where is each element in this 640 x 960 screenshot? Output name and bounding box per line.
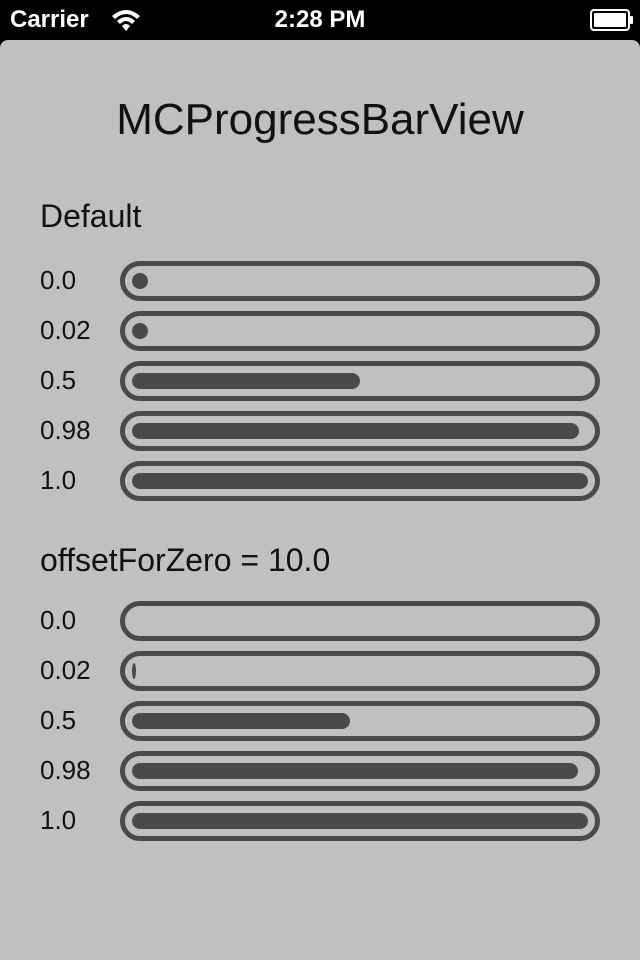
progress-bar <box>120 601 600 641</box>
progress-label: 0.0 <box>40 265 77 295</box>
progress-row: 0.02 <box>0 310 640 351</box>
progress-bar <box>120 651 600 691</box>
progress-label: 1.0 <box>40 465 77 495</box>
progress-fill <box>132 813 588 829</box>
progress-bar <box>120 751 600 791</box>
progress-row: 1.0 <box>0 460 640 501</box>
progress-bar <box>120 801 600 841</box>
progress-label: 0.5 <box>40 705 77 735</box>
progress-bar <box>120 701 600 741</box>
section-title-offset: offsetForZero = 10.0 <box>40 542 331 578</box>
progress-fill <box>132 423 579 439</box>
page-title: MCProgressBarView <box>116 95 524 144</box>
progress-fill <box>132 763 579 779</box>
section-title-default: Default <box>40 198 142 234</box>
progress-row: 1.0 <box>0 800 640 841</box>
progress-label: 1.0 <box>40 805 77 835</box>
main-view: MCProgressBarView Default 0.0 0.02 0.5 0… <box>0 40 640 960</box>
progress-label: 0.02 <box>40 655 91 685</box>
progress-fill <box>132 713 350 729</box>
progress-label: 0.98 <box>40 415 91 445</box>
progress-label: 0.02 <box>40 315 91 345</box>
progress-fill <box>132 373 360 389</box>
progress-row: 0.02 <box>0 650 640 691</box>
progress-label: 0.5 <box>40 365 77 395</box>
progress-bar <box>120 461 600 501</box>
progress-bar <box>120 411 600 451</box>
battery-icon <box>590 9 633 31</box>
progress-row: 0.5 <box>0 360 640 401</box>
progress-row: 0.0 <box>0 260 640 301</box>
progress-fill <box>132 663 136 679</box>
progress-bar <box>120 261 600 301</box>
progress-row: 0.5 <box>0 700 640 741</box>
status-time: 2:28 PM <box>274 6 366 33</box>
progress-label: 0.0 <box>40 605 77 635</box>
progress-row: 0.98 <box>0 750 640 791</box>
progress-row: 0.98 <box>0 410 640 451</box>
progress-fill <box>132 273 148 289</box>
status-bar: Carrier 2:28 PM <box>0 0 640 40</box>
progress-row: 0.0 <box>0 600 640 641</box>
progress-label: 0.98 <box>40 755 91 785</box>
progress-fill <box>132 473 588 489</box>
progress-fill <box>132 323 148 339</box>
progress-bar <box>120 311 600 351</box>
progress-bar <box>120 361 600 401</box>
